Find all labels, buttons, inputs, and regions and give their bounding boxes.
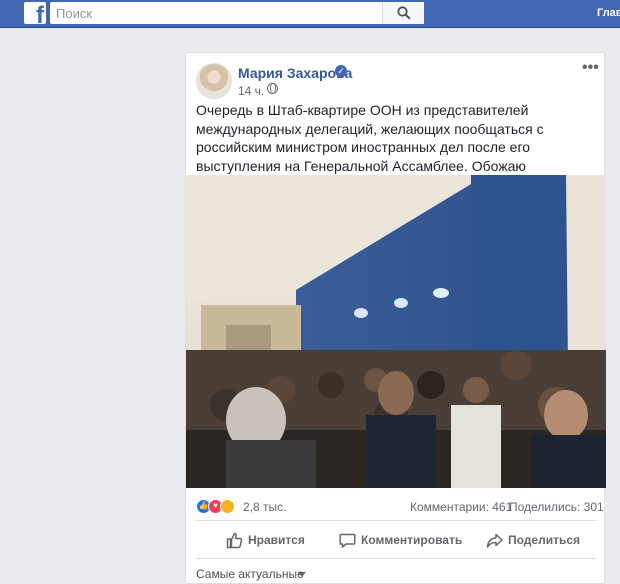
chevron-down-icon[interactable]	[298, 572, 306, 577]
share-button[interactable]: Поделиться	[486, 530, 581, 552]
haha-reaction-icon	[220, 499, 235, 514]
comment-button[interactable]: Комментировать	[339, 530, 463, 552]
verified-badge-icon: ✓	[335, 65, 347, 77]
thumbs-up-icon	[226, 532, 243, 549]
post-timestamp[interactable]: 14 ч.	[238, 84, 264, 98]
share-button-label: Поделиться	[508, 533, 581, 547]
shares-count[interactable]: Поделились: 301	[509, 500, 604, 514]
comment-bubble-icon	[339, 533, 356, 548]
divider	[196, 558, 596, 559]
globe-icon	[267, 83, 278, 94]
like-button[interactable]: Нравится	[226, 530, 306, 552]
reactions-count[interactable]: 2,8 тыс.	[243, 500, 286, 514]
share-arrow-icon	[486, 533, 503, 548]
reaction-icons[interactable]: 👍 ♥	[196, 499, 236, 515]
search-icon	[397, 6, 411, 20]
author-avatar[interactable]	[196, 63, 232, 99]
search-button[interactable]	[382, 2, 424, 24]
post-photo[interactable]	[186, 175, 606, 488]
search-input[interactable]	[50, 2, 384, 24]
comment-button-label: Комментировать	[361, 533, 463, 547]
photo-illustration	[186, 175, 606, 488]
divider	[196, 520, 596, 521]
more-options-icon[interactable]: •••	[582, 59, 599, 77]
comments-count[interactable]: Комментарии: 461	[410, 500, 512, 514]
comments-sort-dropdown[interactable]: Самые актуальные	[196, 567, 304, 581]
nav-home-link[interactable]: Главная	[597, 7, 620, 19]
top-navigation-bar: f Главная	[0, 0, 620, 28]
facebook-logo-icon[interactable]: f	[24, 2, 46, 24]
like-button-label: Нравится	[248, 533, 305, 547]
search-box	[50, 2, 424, 24]
post-card: Мария Захарова ✓ 14 ч. ••• Очередь в Шта…	[185, 52, 606, 584]
